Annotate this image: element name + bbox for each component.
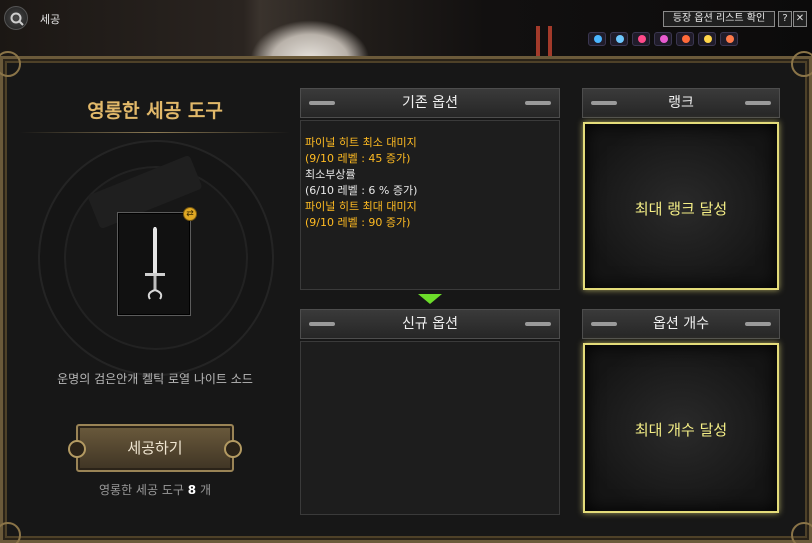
- option-count-status: 최대 개수 달성: [634, 421, 728, 439]
- background-decoration: [548, 26, 552, 56]
- rank-status: 최대 랭크 달성: [634, 200, 728, 218]
- item-slot[interactable]: [117, 212, 191, 316]
- option-count-title: 옵션 개수: [653, 316, 709, 332]
- help-button[interactable]: ?: [778, 11, 792, 27]
- tool-count-unit: 개: [199, 483, 211, 497]
- existing-options-title: 기존 옵션: [402, 95, 458, 111]
- rank-status-box: 최대 랭크 달성: [583, 122, 779, 290]
- header-ornament: [309, 101, 335, 105]
- option-line: 최소부상률: [305, 168, 356, 181]
- header-ornament: [745, 322, 771, 326]
- option-line: (9/10 레벨 : 45 증가): [305, 152, 411, 165]
- corner-ornament: [0, 51, 41, 97]
- tool-count-value: 8: [187, 483, 197, 497]
- background-decoration: [536, 26, 540, 56]
- item-name: 운명의 검은안개 켈틱 로열 나이트 소드: [57, 372, 253, 386]
- option-count-status-box: 최대 개수 달성: [583, 343, 779, 513]
- option-list-button[interactable]: 등장 옵션 리스트 확인: [663, 11, 775, 27]
- buff-icon: [676, 32, 694, 46]
- new-options-header: 신규 옵션: [300, 309, 560, 339]
- arrow-down-icon: [418, 294, 442, 304]
- buff-icon: [610, 32, 628, 46]
- tool-title: 영롱한 세공 도구: [87, 100, 223, 122]
- header-ornament: [309, 322, 335, 326]
- divider: [20, 132, 290, 133]
- buff-icon: [588, 32, 606, 46]
- window-title: 세공: [40, 13, 61, 26]
- option-line: (9/10 레벨 : 90 증가): [305, 216, 411, 229]
- new-options-box: [300, 341, 560, 515]
- header-ornament: [745, 101, 771, 105]
- crafting-window-icon: [4, 6, 28, 30]
- buff-icon: [720, 32, 738, 46]
- buff-icon: [632, 32, 650, 46]
- existing-options-list: 파이널 히트 최소 대미지 (9/10 레벨 : 45 증가) 최소부상률 (6…: [305, 135, 555, 231]
- tool-count: 영롱한 세공 도구 8 개: [0, 481, 310, 498]
- rank-title: 랭크: [668, 95, 694, 111]
- header-ornament: [525, 101, 551, 105]
- status-effects-bar: [588, 32, 738, 46]
- buff-icon: [698, 32, 716, 46]
- header-ornament: [525, 322, 551, 326]
- header-ornament: [591, 322, 617, 326]
- close-button[interactable]: ✕: [793, 11, 807, 27]
- swap-icon[interactable]: ⇄: [183, 207, 197, 221]
- option-line: (6/10 레벨 : 6 % 증가): [305, 184, 418, 197]
- header-ornament: [591, 101, 617, 105]
- existing-options-header: 기존 옵션: [300, 88, 560, 118]
- new-options-title: 신규 옵션: [402, 316, 458, 332]
- option-line: 파이널 히트 최소 대미지: [305, 136, 417, 149]
- rank-header: 랭크: [582, 88, 780, 118]
- background-decoration: [250, 20, 370, 58]
- buff-icon: [654, 32, 672, 46]
- craft-button[interactable]: 세공하기: [68, 424, 242, 472]
- option-count-header: 옵션 개수: [582, 309, 780, 339]
- tool-count-label: 영롱한 세공 도구: [99, 483, 184, 497]
- corner-ornament: [0, 502, 41, 543]
- sword-icon: [145, 227, 165, 300]
- option-line: 파이널 히트 최대 대미지: [305, 200, 417, 213]
- top-strip: [0, 0, 812, 58]
- close-icon: ✕: [795, 13, 805, 24]
